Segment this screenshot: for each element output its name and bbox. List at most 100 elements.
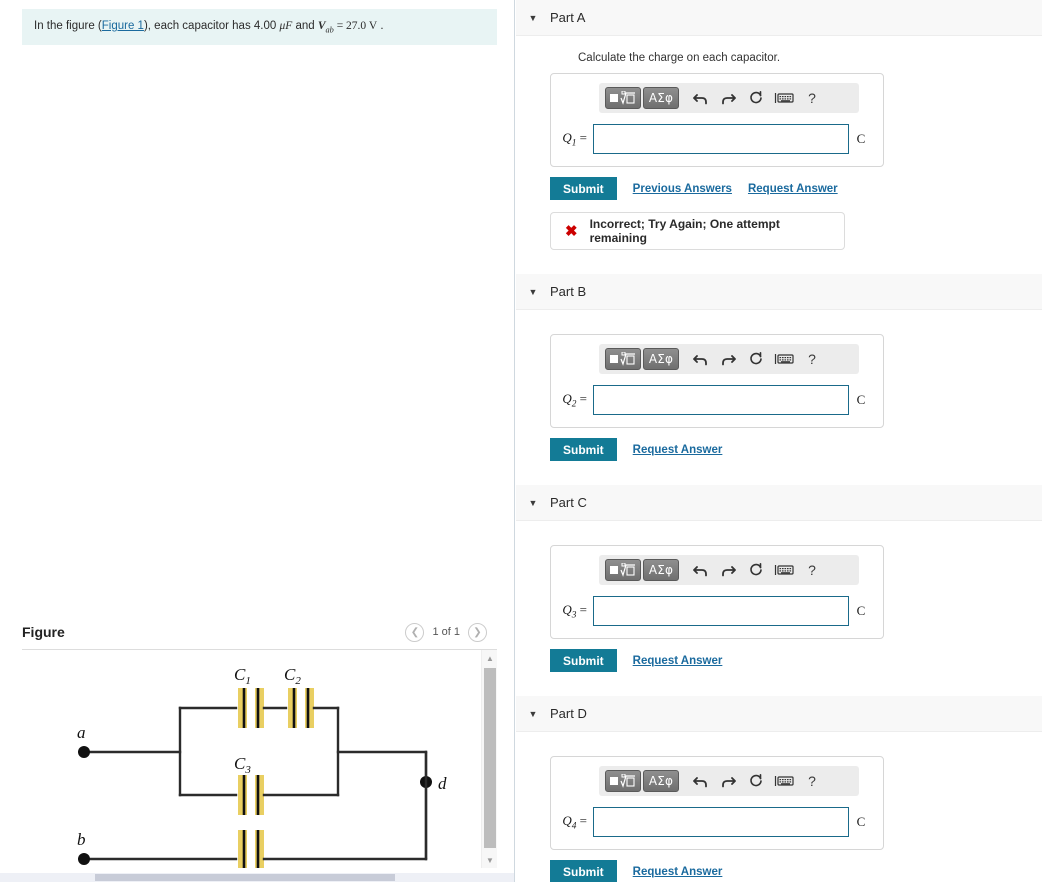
capacitor-circuit-diagram: a b d C1 C2 C3 C4 [77,665,447,868]
math-toolbar-b: ΑΣφ ? [599,344,859,374]
part-c-actions: Submit Request Answer [550,649,1042,672]
sqrt-template-icon [610,774,635,788]
chevron-right-icon[interactable]: ❯ [468,622,487,642]
reset-circle-icon[interactable] [743,348,769,370]
redo-arrow-icon[interactable] [715,559,741,581]
part-a-units: C [856,131,866,146]
figure-vertical-scrollbar[interactable]: ▲ ▼ [481,650,497,868]
part-a-answer-box: ΑΣφ ? Q1 = C [550,73,884,167]
keyboard-icon[interactable] [771,348,797,370]
figure-pager: ❮ 1 of 1 ❯ [405,618,487,646]
part-d-answer-input[interactable] [593,807,849,837]
part-a-answer-input[interactable] [593,124,849,154]
request-answer-link-d[interactable]: Request Answer [633,866,723,878]
request-answer-link-b[interactable]: Request Answer [633,444,723,456]
problem-suffix: . [377,20,384,33]
part-a-feedback-text: Incorrect; Try Again; One attempt remain… [589,217,780,245]
undo-arrow-icon[interactable] [687,770,713,792]
greek-symbols-button[interactable]: ΑΣφ [643,770,679,792]
request-answer-link-c[interactable]: Request Answer [633,655,723,667]
part-a-answer-label: Q1 = [562,129,587,149]
reset-circle-icon[interactable] [743,87,769,109]
help-question-icon[interactable]: ? [799,348,825,370]
part-c-answer-label: Q3 = [562,601,587,621]
reset-circle-icon[interactable] [743,559,769,581]
part-d-answer-row: Q4 = C [561,807,873,837]
sqrt-template-icon [610,91,635,105]
submit-button-a[interactable]: Submit [550,177,617,200]
reset-circle-icon[interactable] [743,770,769,792]
right-panel: ▼ Part A Calculate the charge on each ca… [516,0,1042,882]
part-d-answer-box: ΑΣφ ? Q4 = C [550,756,884,850]
part-b-answer-input[interactable] [593,385,849,415]
left-panel: In the figure (Figure 1), each capacitor… [0,0,515,882]
greek-symbols-button[interactable]: ΑΣφ [643,559,679,581]
math-template-button[interactable] [605,770,641,792]
part-c-answer-box: ΑΣφ ? Q3 = C [550,545,884,639]
submit-button-c[interactable]: Submit [550,649,617,672]
figure-title: Figure [22,624,65,640]
part-c-answer-input[interactable] [593,596,849,626]
svg-text:b: b [77,830,86,849]
submit-button-b[interactable]: Submit [550,438,617,461]
keyboard-icon[interactable] [771,87,797,109]
greek-symbols-button[interactable]: ΑΣφ [643,348,679,370]
undo-arrow-icon[interactable] [687,348,713,370]
collapse-caret-icon[interactable]: ▼ [516,709,550,719]
scrollbar-thumb-horizontal[interactable] [95,874,395,881]
voltage-value: = 27.0 [333,20,369,33]
part-b-answer-row: Q2 = C [561,385,873,415]
redo-arrow-icon[interactable] [715,348,741,370]
part-a-question: Calculate the charge on each capacitor. [578,52,781,64]
voltage-subscript: ab [325,25,334,35]
voltage-units: V [368,20,378,33]
math-template-button[interactable] [605,559,641,581]
part-header-d[interactable]: ▼ Part D [516,696,1042,732]
part-header-a[interactable]: ▼ Part A [516,0,1042,36]
help-question-icon[interactable]: ? [799,87,825,109]
scroll-down-icon[interactable]: ▼ [482,852,497,868]
figure-header: Figure ❮ 1 of 1 ❯ [0,618,514,652]
math-template-button[interactable] [605,348,641,370]
part-a-answer-row: Q1 = C [561,124,873,154]
request-answer-link-a[interactable]: Request Answer [748,183,838,195]
greek-symbols-button[interactable]: ΑΣφ [643,87,679,109]
undo-arrow-icon[interactable] [687,87,713,109]
capacitance-units: μF [279,20,293,33]
math-toolbar-a: ΑΣφ ? [599,83,859,113]
collapse-caret-icon[interactable]: ▼ [516,498,550,508]
undo-arrow-icon[interactable] [687,559,713,581]
scroll-up-icon[interactable]: ▲ [482,650,497,666]
redo-arrow-icon[interactable] [715,87,741,109]
keyboard-icon[interactable] [771,559,797,581]
figure-canvas: a b d C1 C2 C3 C4 [22,650,481,868]
keyboard-icon[interactable] [771,770,797,792]
previous-answers-link-a[interactable]: Previous Answers [633,183,732,195]
problem-page: In the figure (Figure 1), each capacitor… [0,0,1042,882]
problem-prefix: In the figure ( [34,20,102,33]
scrollbar-thumb[interactable] [484,668,496,848]
collapse-caret-icon[interactable]: ▼ [516,287,550,297]
chevron-left-icon[interactable]: ❮ [405,622,425,642]
svg-text:a: a [77,723,86,742]
part-header-c[interactable]: ▼ Part C [516,485,1042,521]
math-template-button[interactable] [605,87,641,109]
part-header-b[interactable]: ▼ Part B [516,274,1042,310]
svg-text:C3: C3 [234,754,251,776]
redo-arrow-icon[interactable] [715,770,741,792]
page-horizontal-scrollbar[interactable] [0,873,514,882]
figure-1-link[interactable]: Figure 1 [102,20,144,32]
help-question-icon[interactable]: ? [799,559,825,581]
figure-frame: a b d C1 C2 C3 C4 ▲ ▼ [22,649,497,868]
problem-statement-text: In the figure (Figure 1), each capacitor… [34,18,384,36]
part-c-title: Part C [550,495,587,510]
incorrect-x-icon: ✖ [565,223,578,240]
part-a-title: Part A [550,10,586,25]
svg-text:C2: C2 [284,665,301,687]
collapse-caret-icon[interactable]: ▼ [516,13,550,23]
help-question-icon[interactable]: ? [799,770,825,792]
part-d-title: Part D [550,706,587,721]
part-d-actions: Submit Request Answer [550,860,1042,882]
submit-button-d[interactable]: Submit [550,860,617,882]
svg-text:C1: C1 [234,665,251,687]
